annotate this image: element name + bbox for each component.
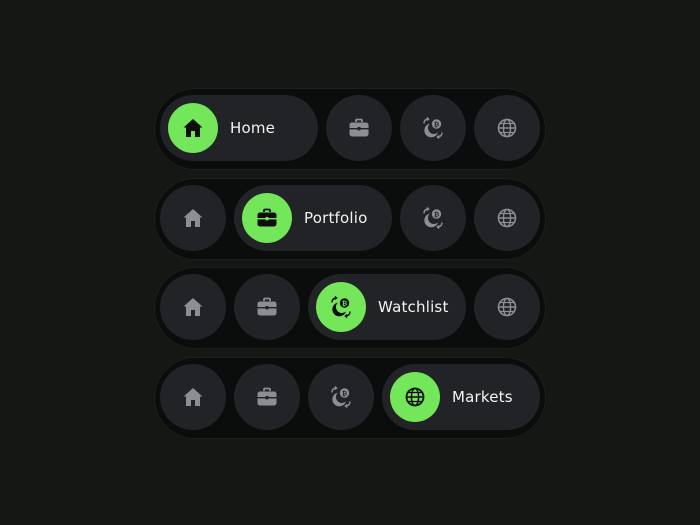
nav-item-watchlist[interactable]: ₿ xyxy=(308,364,374,430)
nav-item-watchlist[interactable]: ₿ Watchlist xyxy=(308,274,466,340)
svg-text:₿: ₿ xyxy=(342,299,347,307)
home-icon xyxy=(168,103,218,153)
nav-item-label: Portfolio xyxy=(304,209,368,227)
nav-item-markets[interactable]: Markets xyxy=(382,364,540,430)
nav-item-home[interactable] xyxy=(160,274,226,340)
navbar-home-active: Home ₿ xyxy=(154,88,546,170)
nav-item-watchlist[interactable]: ₿ xyxy=(400,185,466,251)
nav-item-portfolio[interactable]: Portfolio xyxy=(234,185,392,251)
nav-item-markets[interactable] xyxy=(474,274,540,340)
globe-icon xyxy=(497,208,517,228)
navbar-portfolio-active: Portfolio ₿ xyxy=(154,178,546,260)
briefcase-icon xyxy=(257,297,277,316)
svg-text:₿: ₿ xyxy=(342,389,347,397)
nav-item-portfolio[interactable] xyxy=(234,364,300,430)
crypto-exchange-icon: ₿ xyxy=(423,117,443,139)
nav-item-portfolio[interactable] xyxy=(234,274,300,340)
briefcase-icon xyxy=(242,193,292,243)
nav-item-home[interactable]: Home xyxy=(160,95,318,161)
home-icon xyxy=(183,388,203,406)
crypto-exchange-icon: ₿ xyxy=(423,207,443,229)
navbar-watchlist-active: ₿ Watchlist xyxy=(154,267,546,349)
nav-item-markets[interactable] xyxy=(474,185,540,251)
crypto-exchange-icon: ₿ xyxy=(331,386,351,408)
nav-item-label: Home xyxy=(230,119,276,137)
nav-item-home[interactable] xyxy=(160,364,226,430)
crypto-exchange-icon: ₿ xyxy=(316,282,366,332)
globe-icon xyxy=(497,297,517,317)
nav-item-watchlist[interactable]: ₿ xyxy=(400,95,466,161)
briefcase-icon xyxy=(257,387,277,406)
globe-icon xyxy=(390,372,440,422)
nav-item-label: Watchlist xyxy=(378,298,449,316)
navbar-markets-active: ₿ Markets xyxy=(154,357,546,439)
briefcase-icon xyxy=(349,118,369,137)
globe-icon xyxy=(497,118,517,138)
nav-item-portfolio[interactable] xyxy=(326,95,392,161)
home-icon xyxy=(183,298,203,316)
svg-text:₿: ₿ xyxy=(434,120,439,128)
svg-text:₿: ₿ xyxy=(434,210,439,218)
nav-item-label: Markets xyxy=(452,388,513,406)
nav-item-markets[interactable] xyxy=(474,95,540,161)
nav-variants-showcase: Home ₿ Portfolio ₿ ₿ Watchlist ₿ Markets xyxy=(0,0,700,525)
home-icon xyxy=(183,209,203,227)
nav-item-home[interactable] xyxy=(160,185,226,251)
